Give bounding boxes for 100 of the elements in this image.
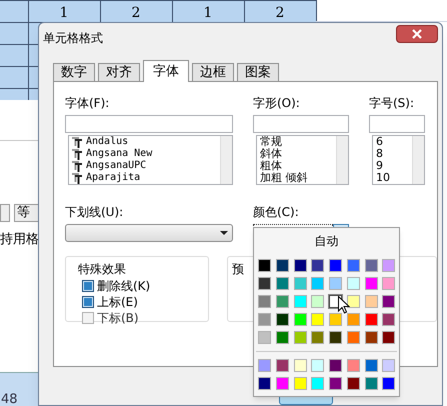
list-item[interactable]: 常规 <box>260 136 282 148</box>
color-swatch[interactable] <box>294 277 306 290</box>
color-swatch[interactable] <box>364 313 378 326</box>
color-swatch[interactable] <box>276 359 289 372</box>
color-swatch[interactable] <box>346 359 360 372</box>
color-swatch[interactable] <box>258 359 271 372</box>
color-swatch[interactable] <box>294 331 306 344</box>
color-swatch[interactable] <box>311 259 324 272</box>
color-swatch[interactable] <box>276 277 289 290</box>
cell-value: 48 <box>1 391 18 406</box>
close-icon <box>412 29 422 39</box>
color-swatch[interactable] <box>258 313 271 326</box>
cell-value: 1 <box>202 4 214 23</box>
color-swatch[interactable] <box>311 313 324 326</box>
close-button[interactable] <box>396 25 438 43</box>
color-swatch[interactable] <box>364 295 378 308</box>
field-label: 字号(S): <box>369 96 416 111</box>
truetype-icon <box>72 136 82 148</box>
color-swatch[interactable] <box>311 331 324 344</box>
list-item[interactable]: 粗体 <box>260 160 282 172</box>
color-swatch[interactable] <box>258 277 271 290</box>
color-swatch[interactable] <box>382 259 396 272</box>
scrollbar[interactable] <box>412 136 424 184</box>
scrollbar[interactable] <box>336 136 348 184</box>
color-swatch[interactable] <box>294 377 306 390</box>
tab[interactable]: 边框 <box>192 63 234 81</box>
color-swatch[interactable] <box>382 331 396 344</box>
color-swatch[interactable] <box>364 277 378 290</box>
tab[interactable]: 字体 <box>143 60 189 82</box>
list-item[interactable]: Andalus <box>86 136 128 148</box>
color-swatch[interactable] <box>311 295 324 308</box>
color-swatch[interactable] <box>346 331 360 344</box>
color-swatch[interactable] <box>346 277 360 290</box>
color-swatch[interactable] <box>294 359 306 372</box>
cursor-icon <box>338 296 350 314</box>
tab[interactable]: 对齐 <box>98 63 140 81</box>
color-swatch[interactable] <box>346 313 360 326</box>
checkbox[interactable] <box>82 280 94 292</box>
color-swatch[interactable] <box>364 377 378 390</box>
tab[interactable]: 图案 <box>237 63 279 81</box>
color-swatch[interactable] <box>329 259 342 272</box>
color-swatch[interactable] <box>294 259 306 272</box>
underline-dropdown[interactable] <box>65 224 233 242</box>
color-swatch[interactable] <box>258 331 271 344</box>
list-box[interactable]: 6 8 9 10 <box>372 135 425 185</box>
list-box[interactable]: 常规 斜体 粗体 加粗 倾斜 <box>256 135 349 185</box>
list-box[interactable]: Andalus Angsana New AngsanaUPC Aparajita <box>68 135 233 185</box>
cell-value: 2 <box>274 4 286 23</box>
color-swatch[interactable] <box>258 295 271 308</box>
color-swatch[interactable] <box>276 331 289 344</box>
color-swatch[interactable] <box>276 313 289 326</box>
color-swatch[interactable] <box>364 259 378 272</box>
list-item[interactable]: AngsanaUPC <box>86 160 146 172</box>
color-swatch[interactable] <box>382 377 396 390</box>
color-swatch[interactable] <box>294 295 306 308</box>
color-swatch[interactable] <box>382 313 396 326</box>
color-swatch[interactable] <box>364 359 378 372</box>
input-field[interactable] <box>65 115 233 133</box>
checkbox[interactable] <box>82 296 94 308</box>
list-item[interactable]: 斜体 <box>260 148 282 160</box>
color-swatch[interactable] <box>276 259 289 272</box>
color-swatch[interactable] <box>346 259 360 272</box>
field-label: 颜色(C): <box>253 205 300 220</box>
color-swatch[interactable] <box>311 359 324 372</box>
cell-value: 1 <box>58 4 70 23</box>
automatic-option[interactable]: 自动 <box>284 231 369 251</box>
color-swatch[interactable] <box>258 377 271 390</box>
list-item[interactable]: 6 <box>376 136 383 148</box>
color-swatch[interactable] <box>276 295 289 308</box>
color-swatch[interactable] <box>294 313 306 326</box>
list-item[interactable]: 9 <box>376 160 383 172</box>
color-swatch[interactable] <box>329 331 342 344</box>
color-swatch[interactable] <box>311 377 324 390</box>
scrollbar[interactable] <box>220 136 232 184</box>
color-swatch[interactable] <box>329 359 342 372</box>
color-swatch[interactable] <box>311 277 324 290</box>
color-swatch[interactable] <box>329 377 342 390</box>
color-swatch[interactable] <box>329 277 342 290</box>
checkbox[interactable] <box>82 312 94 324</box>
truetype-icon <box>72 172 82 184</box>
selected-cell <box>0 372 38 406</box>
color-swatch[interactable] <box>258 259 271 272</box>
color-swatch[interactable] <box>382 295 396 308</box>
color-swatch[interactable] <box>346 377 360 390</box>
input-field[interactable] <box>369 115 425 133</box>
list-item[interactable]: Aparajita <box>86 172 140 184</box>
color-swatch[interactable] <box>329 313 342 326</box>
group-title: 特殊效果 <box>78 261 127 278</box>
color-swatch[interactable] <box>382 277 396 290</box>
list-item[interactable]: 10 <box>376 172 390 184</box>
color-swatch[interactable] <box>382 359 396 372</box>
dropdown-button[interactable] <box>0 204 10 222</box>
tab[interactable]: 数字 <box>53 63 95 81</box>
list-item[interactable]: 加粗 倾斜 <box>260 172 308 184</box>
color-swatch[interactable] <box>364 331 378 344</box>
list-item[interactable]: Angsana New <box>86 148 152 160</box>
input-field[interactable] <box>253 115 349 133</box>
color-swatch[interactable] <box>346 295 360 308</box>
list-item[interactable]: 8 <box>376 148 383 160</box>
color-swatch[interactable] <box>276 377 289 390</box>
